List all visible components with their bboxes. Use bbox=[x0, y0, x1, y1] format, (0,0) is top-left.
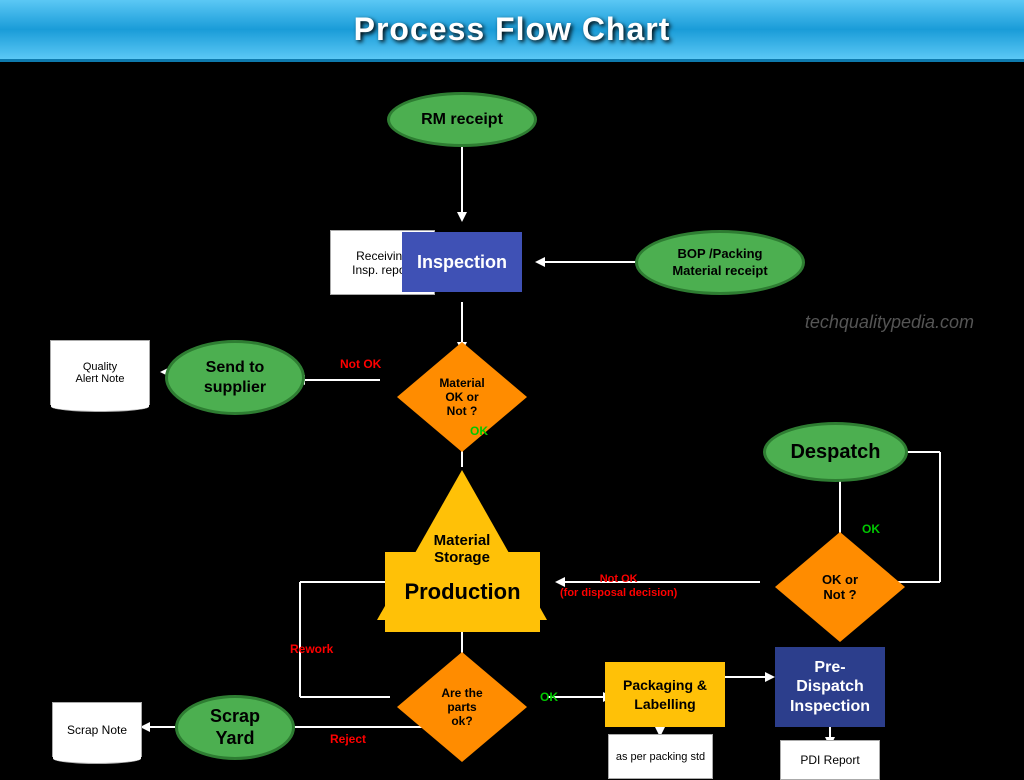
not-ok-label-1: Not OK bbox=[340, 357, 381, 371]
ok-label-1: OK bbox=[470, 424, 488, 438]
parts-ok-diamond: Are thepartsok? bbox=[397, 652, 527, 762]
scrap-note-node: Scrap Note bbox=[52, 702, 142, 757]
despatch-node: Despatch bbox=[763, 422, 908, 482]
ok-or-not-diamond: OK orNot ? bbox=[775, 532, 905, 642]
material-ok-diamond: MaterialOK orNot ? bbox=[397, 342, 527, 452]
flowchart: RM receipt BOP /PackingMaterial receipt … bbox=[0, 62, 1024, 747]
reject-label: Reject bbox=[330, 732, 366, 746]
bop-packing-node: BOP /PackingMaterial receipt bbox=[635, 230, 805, 295]
not-ok-label-2: Not OK(for disposal decision) bbox=[560, 572, 677, 601]
packing-std-node: as per packing std bbox=[608, 734, 713, 779]
main-container: Process Flow Chart bbox=[0, 0, 1024, 747]
watermark: techqualitypedia.com bbox=[805, 312, 974, 333]
send-supplier-node: Send tosupplier bbox=[165, 340, 305, 415]
header: Process Flow Chart bbox=[0, 0, 1024, 62]
scrap-yard-node: ScrapYard bbox=[175, 695, 295, 760]
pre-dispatch-node: Pre-DispatchInspection bbox=[775, 647, 885, 727]
quality-alert-node: QualityAlert Note bbox=[50, 340, 150, 405]
inspection-node: Inspection bbox=[402, 232, 522, 292]
page-title: Process Flow Chart bbox=[354, 11, 671, 48]
rm-receipt-node: RM receipt bbox=[387, 92, 537, 147]
ok-label-parts: OK bbox=[540, 690, 558, 704]
ok-label-despatch: OK bbox=[862, 522, 880, 536]
rework-label: Rework bbox=[290, 642, 333, 656]
packaging-node: Packaging &Labelling bbox=[605, 662, 725, 727]
pdi-report-node: PDI Report bbox=[780, 740, 880, 780]
